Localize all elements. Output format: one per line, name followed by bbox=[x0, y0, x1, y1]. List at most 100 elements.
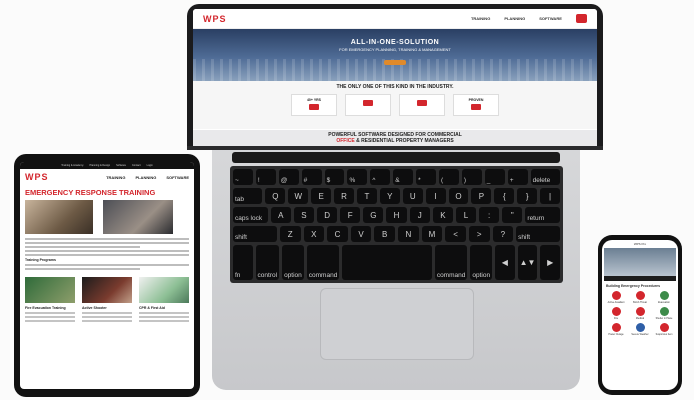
text-line bbox=[25, 264, 189, 266]
option-key-left[interactable]: option bbox=[282, 245, 304, 280]
key[interactable]: E bbox=[311, 188, 332, 204]
wps-logo[interactable]: WPS bbox=[25, 172, 49, 182]
delete-key[interactable]: delete bbox=[530, 169, 560, 185]
top-link[interactable]: Software bbox=[116, 164, 126, 167]
nav-cta-button[interactable] bbox=[575, 14, 587, 23]
key[interactable]: ~ bbox=[233, 169, 253, 185]
arrow-right-key[interactable]: ▶ bbox=[540, 245, 561, 280]
key[interactable]: U bbox=[402, 188, 423, 204]
nav-training[interactable]: TRAINING bbox=[471, 16, 490, 21]
hero-cta-button[interactable] bbox=[384, 60, 406, 65]
key[interactable]: Y bbox=[379, 188, 400, 204]
key[interactable]: S bbox=[293, 207, 314, 223]
top-link[interactable]: Contact bbox=[132, 164, 141, 167]
trackpad[interactable] bbox=[320, 288, 474, 360]
training-card[interactable]: Fire Evacuation Training bbox=[25, 277, 75, 324]
feature-box[interactable]: PROVEN bbox=[453, 94, 499, 116]
key[interactable]: ? bbox=[492, 226, 514, 242]
card-title: CPR & First Aid bbox=[139, 306, 165, 310]
shift-key-left[interactable]: shift bbox=[233, 226, 277, 242]
top-link[interactable]: Login bbox=[147, 164, 153, 167]
key[interactable]: A bbox=[270, 207, 291, 223]
feature-box[interactable] bbox=[345, 94, 391, 116]
top-link[interactable]: Training & Academy bbox=[61, 164, 83, 167]
procedure-tile[interactable]: Active Assailant bbox=[605, 291, 627, 304]
key[interactable]: % bbox=[347, 169, 368, 185]
training-card[interactable]: CPR & First Aid bbox=[139, 277, 189, 324]
touch-bar[interactable] bbox=[232, 152, 560, 163]
key[interactable]: N bbox=[398, 226, 419, 242]
key[interactable]: < bbox=[445, 226, 466, 242]
key[interactable]: + bbox=[507, 169, 528, 185]
procedure-tile[interactable]: Fire bbox=[605, 307, 627, 320]
tab-key[interactable]: tab bbox=[233, 188, 263, 204]
key[interactable]: | bbox=[540, 188, 560, 204]
key[interactable]: C bbox=[327, 226, 348, 242]
fn-key[interactable]: fn bbox=[233, 245, 253, 280]
key[interactable]: W bbox=[288, 188, 309, 204]
key[interactable]: P bbox=[471, 188, 492, 204]
nav-software[interactable]: SOFTWARE bbox=[166, 175, 189, 180]
key[interactable]: @ bbox=[278, 169, 299, 185]
key[interactable]: G bbox=[363, 207, 384, 223]
key[interactable]: B bbox=[374, 226, 396, 242]
key[interactable]: { bbox=[494, 188, 515, 204]
key[interactable]: R bbox=[334, 188, 354, 204]
key[interactable]: ) bbox=[461, 169, 482, 185]
key[interactable]: K bbox=[432, 207, 453, 223]
nav-planning[interactable]: PLANNING bbox=[135, 175, 156, 180]
key[interactable]: M bbox=[421, 226, 443, 242]
procedure-tile[interactable]: Medical bbox=[629, 307, 651, 320]
procedure-tile[interactable]: Evacuation bbox=[653, 291, 675, 304]
key[interactable]: I bbox=[425, 188, 446, 204]
caps-lock-key[interactable]: caps lock bbox=[233, 207, 268, 223]
key[interactable]: & bbox=[393, 169, 414, 185]
feature-box[interactable] bbox=[399, 94, 445, 116]
key[interactable]: _ bbox=[484, 169, 505, 185]
arrow-left-key[interactable]: ◀ bbox=[495, 245, 515, 280]
nav-software[interactable]: SOFTWARE bbox=[539, 16, 562, 21]
key[interactable]: D bbox=[317, 207, 338, 223]
procedure-tile[interactable]: Shelter in Place bbox=[653, 307, 675, 320]
key[interactable]: # bbox=[301, 169, 322, 185]
key[interactable]: O bbox=[448, 188, 469, 204]
procedure-tile[interactable]: Severe Weather bbox=[629, 323, 651, 336]
key[interactable]: ^ bbox=[370, 169, 391, 185]
key[interactable]: ! bbox=[255, 169, 276, 185]
card-title: Fire Evacuation Training bbox=[25, 306, 66, 310]
control-key[interactable]: control bbox=[255, 245, 280, 280]
nav-planning[interactable]: PLANNING bbox=[504, 16, 525, 21]
command-key-right[interactable]: command bbox=[434, 245, 468, 280]
key[interactable]: " bbox=[502, 207, 523, 223]
key[interactable]: L bbox=[455, 207, 477, 223]
top-link[interactable]: Planning & Design bbox=[90, 164, 111, 167]
return-key[interactable]: return bbox=[525, 207, 561, 223]
shift-key-right[interactable]: shift bbox=[516, 226, 561, 242]
training-card[interactable]: Active Shooter bbox=[82, 277, 132, 324]
key[interactable]: H bbox=[386, 207, 407, 223]
key[interactable]: Z bbox=[279, 226, 301, 242]
space-bar[interactable] bbox=[342, 245, 432, 280]
procedure-tile[interactable]: Bomb Threat bbox=[629, 291, 651, 304]
key[interactable]: T bbox=[356, 188, 377, 204]
key[interactable]: V bbox=[350, 226, 372, 242]
key[interactable]: : bbox=[479, 207, 500, 223]
command-key-left[interactable]: command bbox=[306, 245, 340, 280]
key[interactable]: X bbox=[303, 226, 325, 242]
key[interactable]: ( bbox=[439, 169, 459, 185]
key[interactable]: J bbox=[409, 207, 430, 223]
key[interactable]: > bbox=[468, 226, 490, 242]
key[interactable]: F bbox=[340, 207, 361, 223]
procedure-tile[interactable]: Suspicious Item bbox=[653, 323, 675, 336]
arrow-up-down-key[interactable]: ▲▼ bbox=[517, 245, 538, 280]
key[interactable]: } bbox=[517, 188, 538, 204]
feature-box[interactable]: 40+ YRS bbox=[291, 94, 337, 116]
key[interactable]: * bbox=[416, 169, 437, 185]
nav-training[interactable]: TRAINING bbox=[106, 175, 125, 180]
key[interactable]: $ bbox=[324, 169, 345, 185]
wps-logo[interactable]: WPS bbox=[203, 14, 227, 24]
procedure-tile[interactable]: Power Outage bbox=[605, 323, 627, 336]
text-line bbox=[25, 254, 189, 256]
option-key-right[interactable]: option bbox=[470, 245, 493, 280]
key[interactable]: Q bbox=[265, 188, 286, 204]
